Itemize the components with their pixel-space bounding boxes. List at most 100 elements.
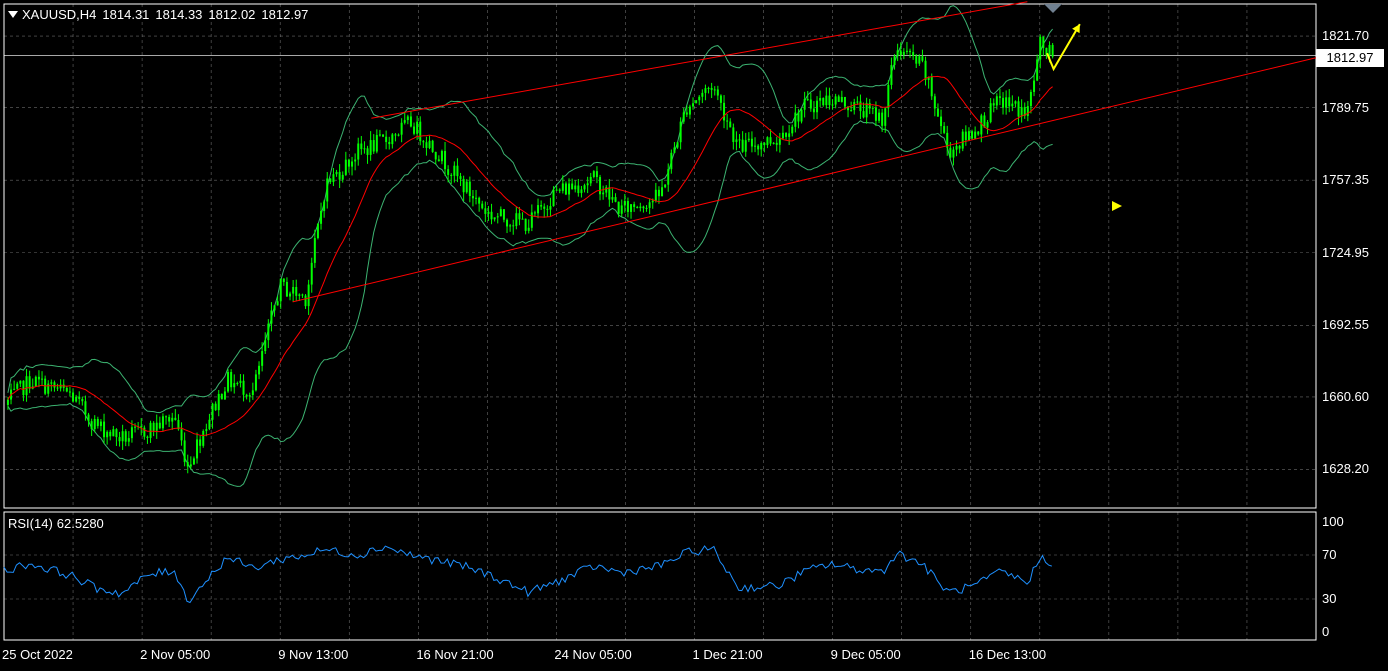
symbol-header[interactable]: XAUUSD,H4 1814.31 1814.33 1812.02 1812.97 — [8, 7, 314, 22]
candle-body — [915, 55, 918, 64]
candle-body — [608, 187, 611, 200]
dropdown-triangle-icon[interactable] — [8, 11, 18, 18]
price-tick-label: 1757.35 — [1322, 172, 1369, 188]
candle-body — [155, 422, 158, 431]
time-tick-label: 9 Nov 13:00 — [278, 647, 349, 662]
candle-body — [933, 96, 936, 109]
candle-body — [961, 131, 964, 149]
candle-body — [992, 103, 995, 106]
candle-body — [388, 142, 391, 145]
candle-body — [862, 111, 865, 118]
rsi-header: RSI(14) 62.5280 — [8, 516, 108, 531]
candle-body — [688, 106, 691, 115]
candle-body — [921, 56, 924, 61]
candle-body — [425, 142, 428, 148]
candle-body — [955, 145, 958, 150]
candle-body — [1026, 106, 1029, 116]
candle-body — [850, 110, 853, 112]
candle-body — [549, 206, 552, 210]
candle-body — [478, 197, 481, 204]
candle-body — [822, 98, 825, 106]
candle-body — [143, 427, 146, 437]
candle-body — [893, 56, 896, 66]
candle-body — [161, 416, 164, 429]
candle-body — [964, 131, 967, 141]
candle-body — [326, 178, 329, 202]
candle-body — [676, 142, 679, 148]
candle-body — [440, 150, 443, 162]
candle-body — [859, 101, 862, 112]
candle-body — [437, 159, 440, 162]
candle-body — [512, 225, 515, 227]
candle-body — [648, 202, 651, 208]
candle-body — [56, 387, 59, 389]
candle-body — [146, 436, 149, 438]
rsi-value: 62.5280 — [56, 516, 104, 531]
candle-body — [202, 431, 205, 446]
candle-body — [298, 294, 301, 296]
candle-body — [382, 134, 385, 137]
candle-body — [735, 139, 738, 143]
candle-body — [527, 227, 530, 231]
bollinger-upper-line — [7, 5, 1053, 414]
candle-body — [459, 176, 462, 179]
candle-body — [874, 107, 877, 121]
candle-body — [434, 151, 437, 160]
candle-body — [716, 89, 719, 96]
candle-body — [168, 417, 171, 422]
candle-body — [422, 141, 425, 143]
candle-body — [347, 159, 350, 167]
candle-body — [124, 431, 127, 442]
candle-body — [533, 212, 536, 214]
candle-body — [642, 206, 645, 209]
candle-body — [918, 56, 921, 64]
candle-body — [630, 204, 633, 212]
candle-body — [90, 421, 93, 430]
candle-body — [214, 403, 217, 411]
candle-body — [258, 365, 261, 375]
candle-body — [372, 140, 375, 152]
candle-body — [357, 143, 360, 160]
candle-body — [47, 383, 50, 394]
candle-body — [626, 200, 629, 212]
candle-body — [905, 50, 908, 52]
candle-body — [99, 421, 102, 426]
candle-body — [775, 142, 778, 145]
candle-body — [710, 87, 713, 90]
candle-body — [958, 145, 961, 149]
candle-body — [812, 108, 815, 113]
candle-body — [1042, 36, 1045, 48]
candle-body — [453, 165, 456, 176]
candle-body — [1039, 36, 1042, 60]
candle-body — [403, 120, 406, 123]
candle-body — [1033, 80, 1036, 92]
candle-body — [651, 200, 654, 203]
candle-body — [868, 103, 871, 109]
candle-body — [840, 96, 843, 102]
ohlc-close: 1812.97 — [261, 7, 309, 22]
candle-body — [878, 112, 881, 121]
candle-body — [456, 165, 459, 177]
candle-body — [614, 197, 617, 202]
candle-body — [112, 429, 115, 437]
moving-average-line — [7, 75, 1053, 437]
candle-body — [310, 262, 313, 285]
candle-body — [394, 134, 397, 136]
candle-body — [899, 50, 902, 55]
rsi-tick-label: 30 — [1322, 591, 1337, 606]
candle-body — [174, 417, 177, 420]
candle-body — [682, 112, 685, 122]
candle-body — [952, 149, 955, 158]
candle-body — [304, 295, 307, 307]
candle-body — [986, 122, 989, 128]
candle-body — [583, 185, 586, 190]
candle-body — [360, 143, 363, 150]
candle-body — [853, 102, 856, 111]
candle-body — [406, 116, 409, 121]
candle-body — [115, 429, 118, 438]
candle-body — [788, 133, 791, 137]
candle-body — [217, 393, 220, 411]
candle-body — [227, 372, 230, 392]
candle-body — [769, 137, 772, 144]
candle-body — [447, 169, 450, 175]
